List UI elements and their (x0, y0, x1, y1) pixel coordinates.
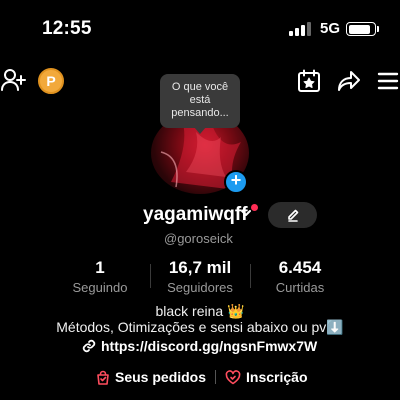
bio-link[interactable]: https://discord.gg/ngsnFmwx7W (82, 338, 317, 354)
menu-icon[interactable] (376, 68, 400, 94)
note-bubble-line: pensando... (171, 107, 229, 119)
edit-profile-button[interactable] (268, 202, 317, 228)
divider (150, 264, 151, 288)
stat-followers[interactable]: 16,7 mil Seguidores (160, 258, 240, 295)
clock: 12:55 (42, 18, 92, 39)
stat-following[interactable]: 1 Seguindo (62, 258, 138, 295)
stat-value: 16,7 mil (168, 258, 232, 277)
subscription-label: Inscrição (246, 369, 308, 385)
orders-button[interactable]: Seus pedidos (96, 369, 206, 385)
coin-icon[interactable]: P (38, 68, 64, 94)
user-handle: @goroseick (164, 231, 233, 246)
stat-value: 1 (95, 258, 105, 277)
link-icon (82, 339, 96, 353)
status-bar: 12:55 5G (0, 0, 400, 56)
stat-label: Curtidas (275, 280, 325, 295)
network-type: 5G (320, 20, 341, 37)
orders-label: Seus pedidos (115, 369, 207, 385)
pencil-icon (287, 209, 298, 222)
notification-dot (251, 204, 258, 211)
username[interactable]: yagamiwqff (143, 204, 248, 226)
battery-icon (346, 22, 376, 36)
profile-actions: Seus pedidos Inscrição (96, 369, 308, 385)
share-icon[interactable] (336, 68, 362, 94)
divider (215, 370, 217, 384)
bio-line: Métodos, Otimizações e sensi abaixo ou p… (56, 319, 344, 335)
battery-tip (377, 26, 379, 32)
bio-line: black reina 👑 (155, 303, 245, 319)
add-story-button[interactable]: + (224, 170, 248, 194)
shopping-bag-icon (97, 370, 109, 385)
note-bubble-line: O que você (171, 81, 229, 93)
note-bubble-line: está (189, 94, 211, 106)
add-friend-icon[interactable] (0, 66, 28, 94)
note-bubble[interactable]: O que você está pensando... (160, 74, 240, 134)
divider (250, 264, 251, 288)
heart-plus-icon (225, 369, 241, 384)
stat-label: Seguindo (72, 280, 128, 295)
bio-link-text: https://discord.gg/ngsnFmwx7W (101, 338, 318, 354)
calendar-star-icon[interactable] (296, 68, 322, 94)
subscription-button[interactable]: Inscrição (225, 369, 308, 385)
stat-likes[interactable]: 6.454 Curtidas (262, 258, 338, 295)
stat-value: 6.454 (278, 258, 322, 277)
signal-icon (289, 22, 311, 36)
stat-label: Seguidores (167, 280, 233, 295)
